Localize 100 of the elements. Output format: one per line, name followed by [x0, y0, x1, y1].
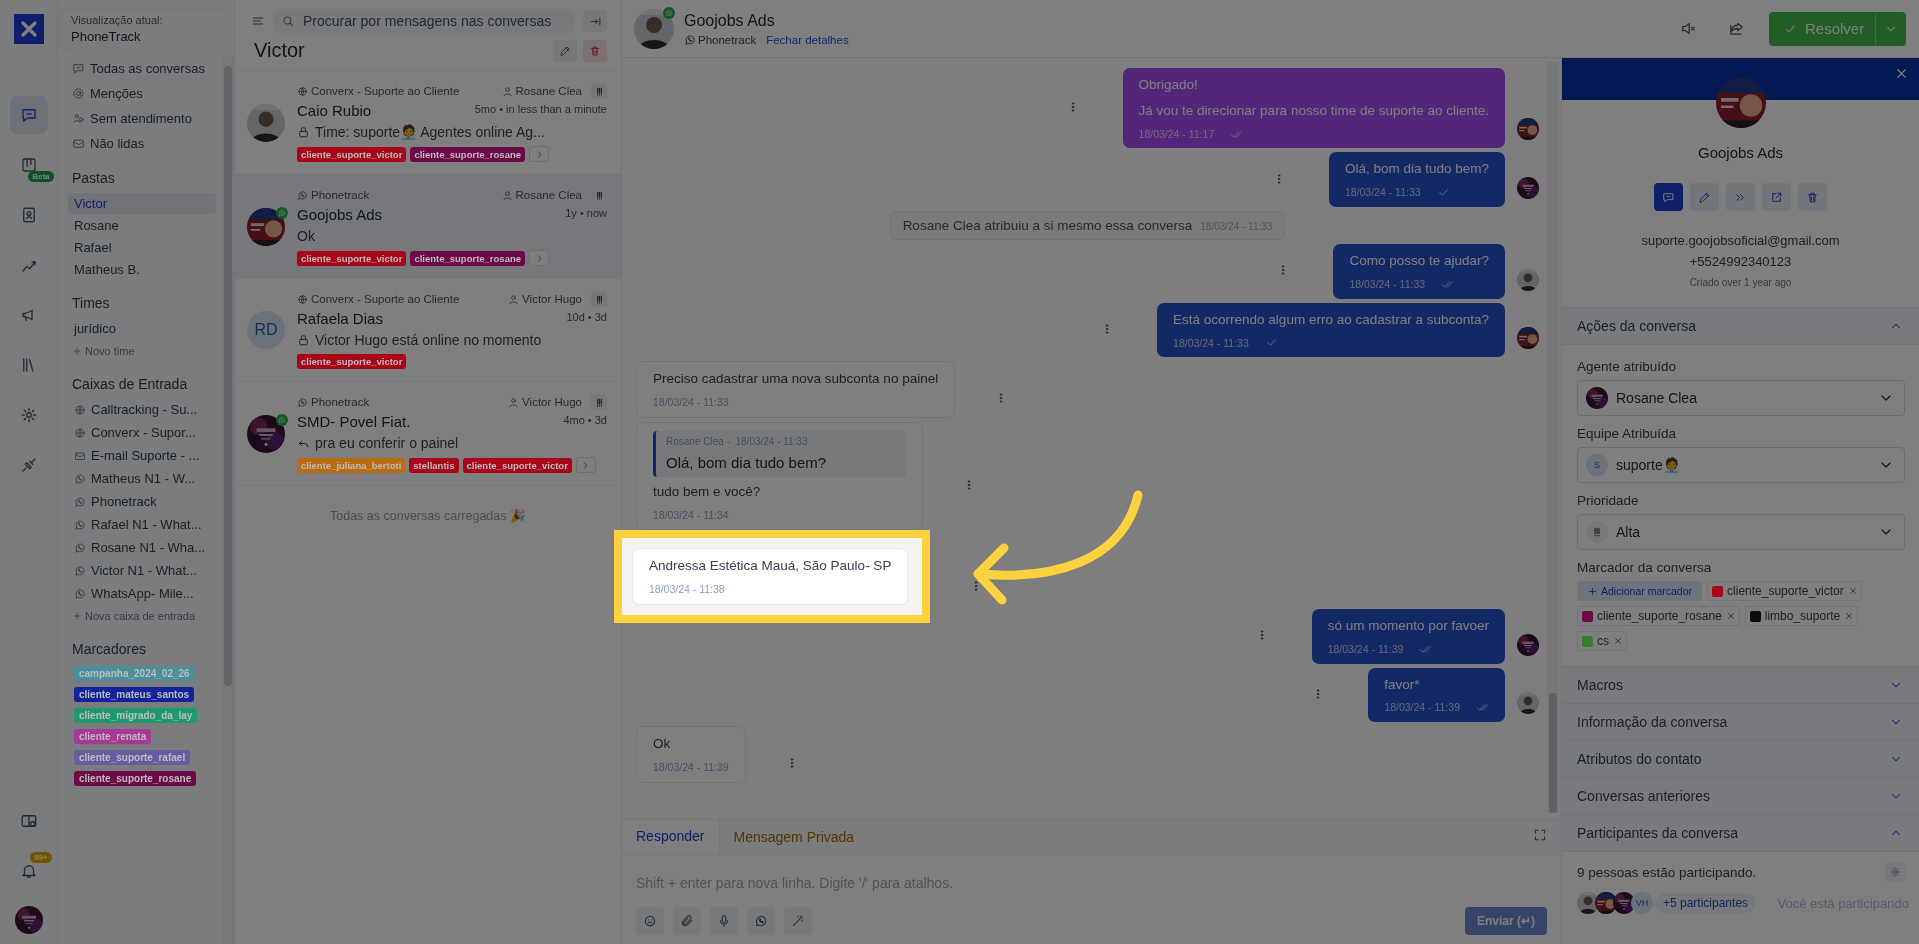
- add-inbox-link[interactable]: Nova caixa de entrada: [58, 605, 222, 627]
- edit-button[interactable]: [553, 39, 577, 62]
- settings-button[interactable]: [1885, 862, 1905, 882]
- team-item[interactable]: jurídico: [68, 318, 216, 339]
- section-header[interactable]: Macros: [1562, 666, 1919, 704]
- section-header[interactable]: Ações da conversa: [1562, 307, 1919, 345]
- contact-action-button[interactable]: [1654, 183, 1683, 211]
- conversation-time: 4mo • 3d: [563, 414, 607, 426]
- message-text: favor*: [1384, 675, 1421, 694]
- label-chip[interactable]: cliente_suporte_victor: [1707, 581, 1862, 601]
- whatsapp-icon: [684, 33, 696, 46]
- paperclip-button[interactable]: [673, 907, 701, 935]
- more-participants-button[interactable]: +5 participantes: [1655, 893, 1757, 913]
- label-chip[interactable]: limbo_suporte: [1744, 606, 1859, 626]
- message-text: Está ocorrendo algum erro ao cadastrar a subconta?: [1173, 310, 1489, 329]
- nav-item[interactable]: Não lidas: [58, 131, 222, 156]
- message-time: 18/03/24 - 11:33: [1349, 276, 1426, 292]
- inbox-item[interactable]: E-mail Suporte - ...: [58, 444, 222, 467]
- whatsapp-button[interactable]: [747, 907, 775, 935]
- conversation-item[interactable]: Phonetrack Victor Hugo SMD- Povel Fiat. 4mo • 3d pra eu conferir o painel cliente_juliana_bertoti stellantis cliente_suporte_victor: [235, 382, 621, 486]
- lock-icon: [297, 333, 310, 347]
- section-header[interactable]: Atributos do contato: [1562, 740, 1919, 778]
- add-team-link[interactable]: Novo time: [58, 340, 222, 362]
- trash-icon: [589, 44, 601, 57]
- label-tag[interactable]: cliente_renata: [74, 729, 152, 744]
- section-title: Times: [71, 294, 111, 313]
- whatsapp-icon: [74, 518, 86, 531]
- label-tag: cliente_juliana_bertoti: [297, 457, 406, 473]
- user-avatar[interactable]: [14, 906, 43, 934]
- delete-button[interactable]: [583, 39, 607, 62]
- smiley-button[interactable]: [636, 907, 664, 935]
- settings-icon: [19, 406, 38, 424]
- resolve-button[interactable]: Resolver: [1769, 11, 1906, 46]
- contact-action-button[interactable]: [1762, 183, 1791, 211]
- select-field[interactable]: S suporte🧑‍💼: [1577, 447, 1905, 483]
- select-field[interactable]: Rosane Clea: [1577, 380, 1905, 416]
- microphone-button[interactable]: [710, 907, 738, 935]
- folder-item[interactable]: Victor: [68, 193, 216, 214]
- composer-tab[interactable]: Mensagem Privada: [719, 820, 869, 854]
- close-details-link[interactable]: Fechar detalhes: [766, 33, 849, 46]
- bell-icon: [19, 862, 38, 880]
- view-selector[interactable]: Visualização atual: PhoneTrack: [60, 8, 230, 50]
- label-tag[interactable]: cliente_suporte_rosane: [74, 771, 197, 786]
- label-chip[interactable]: cs: [1577, 631, 1627, 651]
- nav-item[interactable]: Menções: [58, 81, 222, 106]
- contact-action-button[interactable]: [1690, 183, 1719, 211]
- chat-bubble-icon: [1662, 190, 1675, 204]
- message-text: Preciso cadastrar uma nova subconta no painel: [653, 370, 939, 389]
- collapse-button[interactable]: [583, 10, 607, 32]
- message-text: só um momento por favoer: [1327, 616, 1489, 635]
- pencil-icon: [559, 44, 571, 57]
- inbox-item[interactable]: Matheus N1 - W...: [58, 467, 222, 490]
- inbox-item[interactable]: Calltracking - Su...: [58, 398, 222, 421]
- agent-name: Rosane Clea: [501, 85, 582, 97]
- close-icon: [1844, 611, 1855, 621]
- composer-tab[interactable]: Responder: [622, 820, 720, 854]
- label-tag[interactable]: cliente_suporte_rafael: [74, 750, 191, 765]
- inbox-item[interactable]: Victor N1 - What...: [58, 559, 222, 582]
- contact-action-button[interactable]: [1798, 183, 1827, 211]
- nav-item[interactable]: Sem atendimento: [58, 106, 222, 131]
- logo[interactable]: [13, 14, 44, 44]
- nav-item[interactable]: Todas as conversas: [58, 56, 222, 81]
- whatsapp-icon: [74, 564, 86, 577]
- label-tag[interactable]: cliente_mateus_santos: [74, 687, 195, 702]
- section-header[interactable]: Informação da conversa: [1562, 703, 1919, 741]
- plus-icon: [1587, 585, 1598, 597]
- nav-rail-button[interactable]: [9, 96, 48, 134]
- message-text: Já vou te direcionar para nosso time de suporte ao cliente.: [1138, 101, 1489, 120]
- inbox-item[interactable]: WhatsApp- Mile...: [58, 582, 222, 605]
- inbox-item[interactable]: Rosane N1 - Wha...: [58, 536, 222, 559]
- section-header[interactable]: Participantes da conversa: [1562, 814, 1919, 852]
- conversation-item[interactable]: Phonetrack Rosane Clea Goojobs Ads 1y • now Ok cliente_suporte_victor cliente_suporte_rosane: [235, 175, 621, 279]
- field-label: Equipe Atribuída: [1577, 426, 1678, 441]
- folder-item[interactable]: Matheus B.: [68, 259, 216, 280]
- label-tag: cliente_suporte_rosane: [410, 250, 526, 266]
- label-tag: cliente_suporte_victor: [297, 250, 407, 266]
- avatar-initials: RD: [247, 311, 285, 349]
- add-label-button[interactable]: Adicionar marcador: [1577, 581, 1703, 601]
- agent-name: Victor Hugo: [508, 396, 582, 408]
- conversation-item[interactable]: RD Converx - Suporte ao Cliente Victor Hugo Rafaela Dias 10d • 3d Victor Hugo está online no momento cliente_suporte_victor: [235, 279, 621, 382]
- select-field[interactable]: Alta: [1577, 514, 1905, 550]
- folder-title: Victor: [254, 39, 306, 62]
- inbox-item[interactable]: Rafael N1 - What...: [58, 513, 222, 536]
- conversation-item[interactable]: Converx - Suporte ao Cliente Rosane Clea Caio Rubio 5mo • in less than a minute Time: suporte🧑‍💼 Agentes online Ag... cliente_suporte_victor cliente_suporte_rosane: [235, 71, 621, 175]
- message-time: 18/03/24 - 11:33: [653, 395, 729, 410]
- scrollbar[interactable]: [1547, 62, 1559, 813]
- inbox-item[interactable]: Phonetrack: [58, 490, 222, 513]
- person-icon: [501, 189, 513, 201]
- magic-wand-button[interactable]: [784, 907, 812, 935]
- message-time: 18/03/24 - 11:33: [1344, 185, 1421, 201]
- folder-item[interactable]: Rosane: [68, 215, 216, 236]
- folder-item[interactable]: Rafael: [68, 237, 216, 258]
- magic-wand-icon: [791, 914, 805, 928]
- section-header[interactable]: Conversas anteriores: [1562, 777, 1919, 815]
- search-field[interactable]: Procurar por mensagens nas conversas: [273, 9, 575, 33]
- contact-name: Rafaela Dias: [297, 310, 383, 327]
- scrollbar[interactable]: [222, 56, 234, 944]
- inbox-item[interactable]: Converx - Supor...: [58, 421, 222, 444]
- trash-icon: [1806, 190, 1819, 204]
- label-chip[interactable]: cliente_suporte_rosane: [1577, 606, 1740, 626]
